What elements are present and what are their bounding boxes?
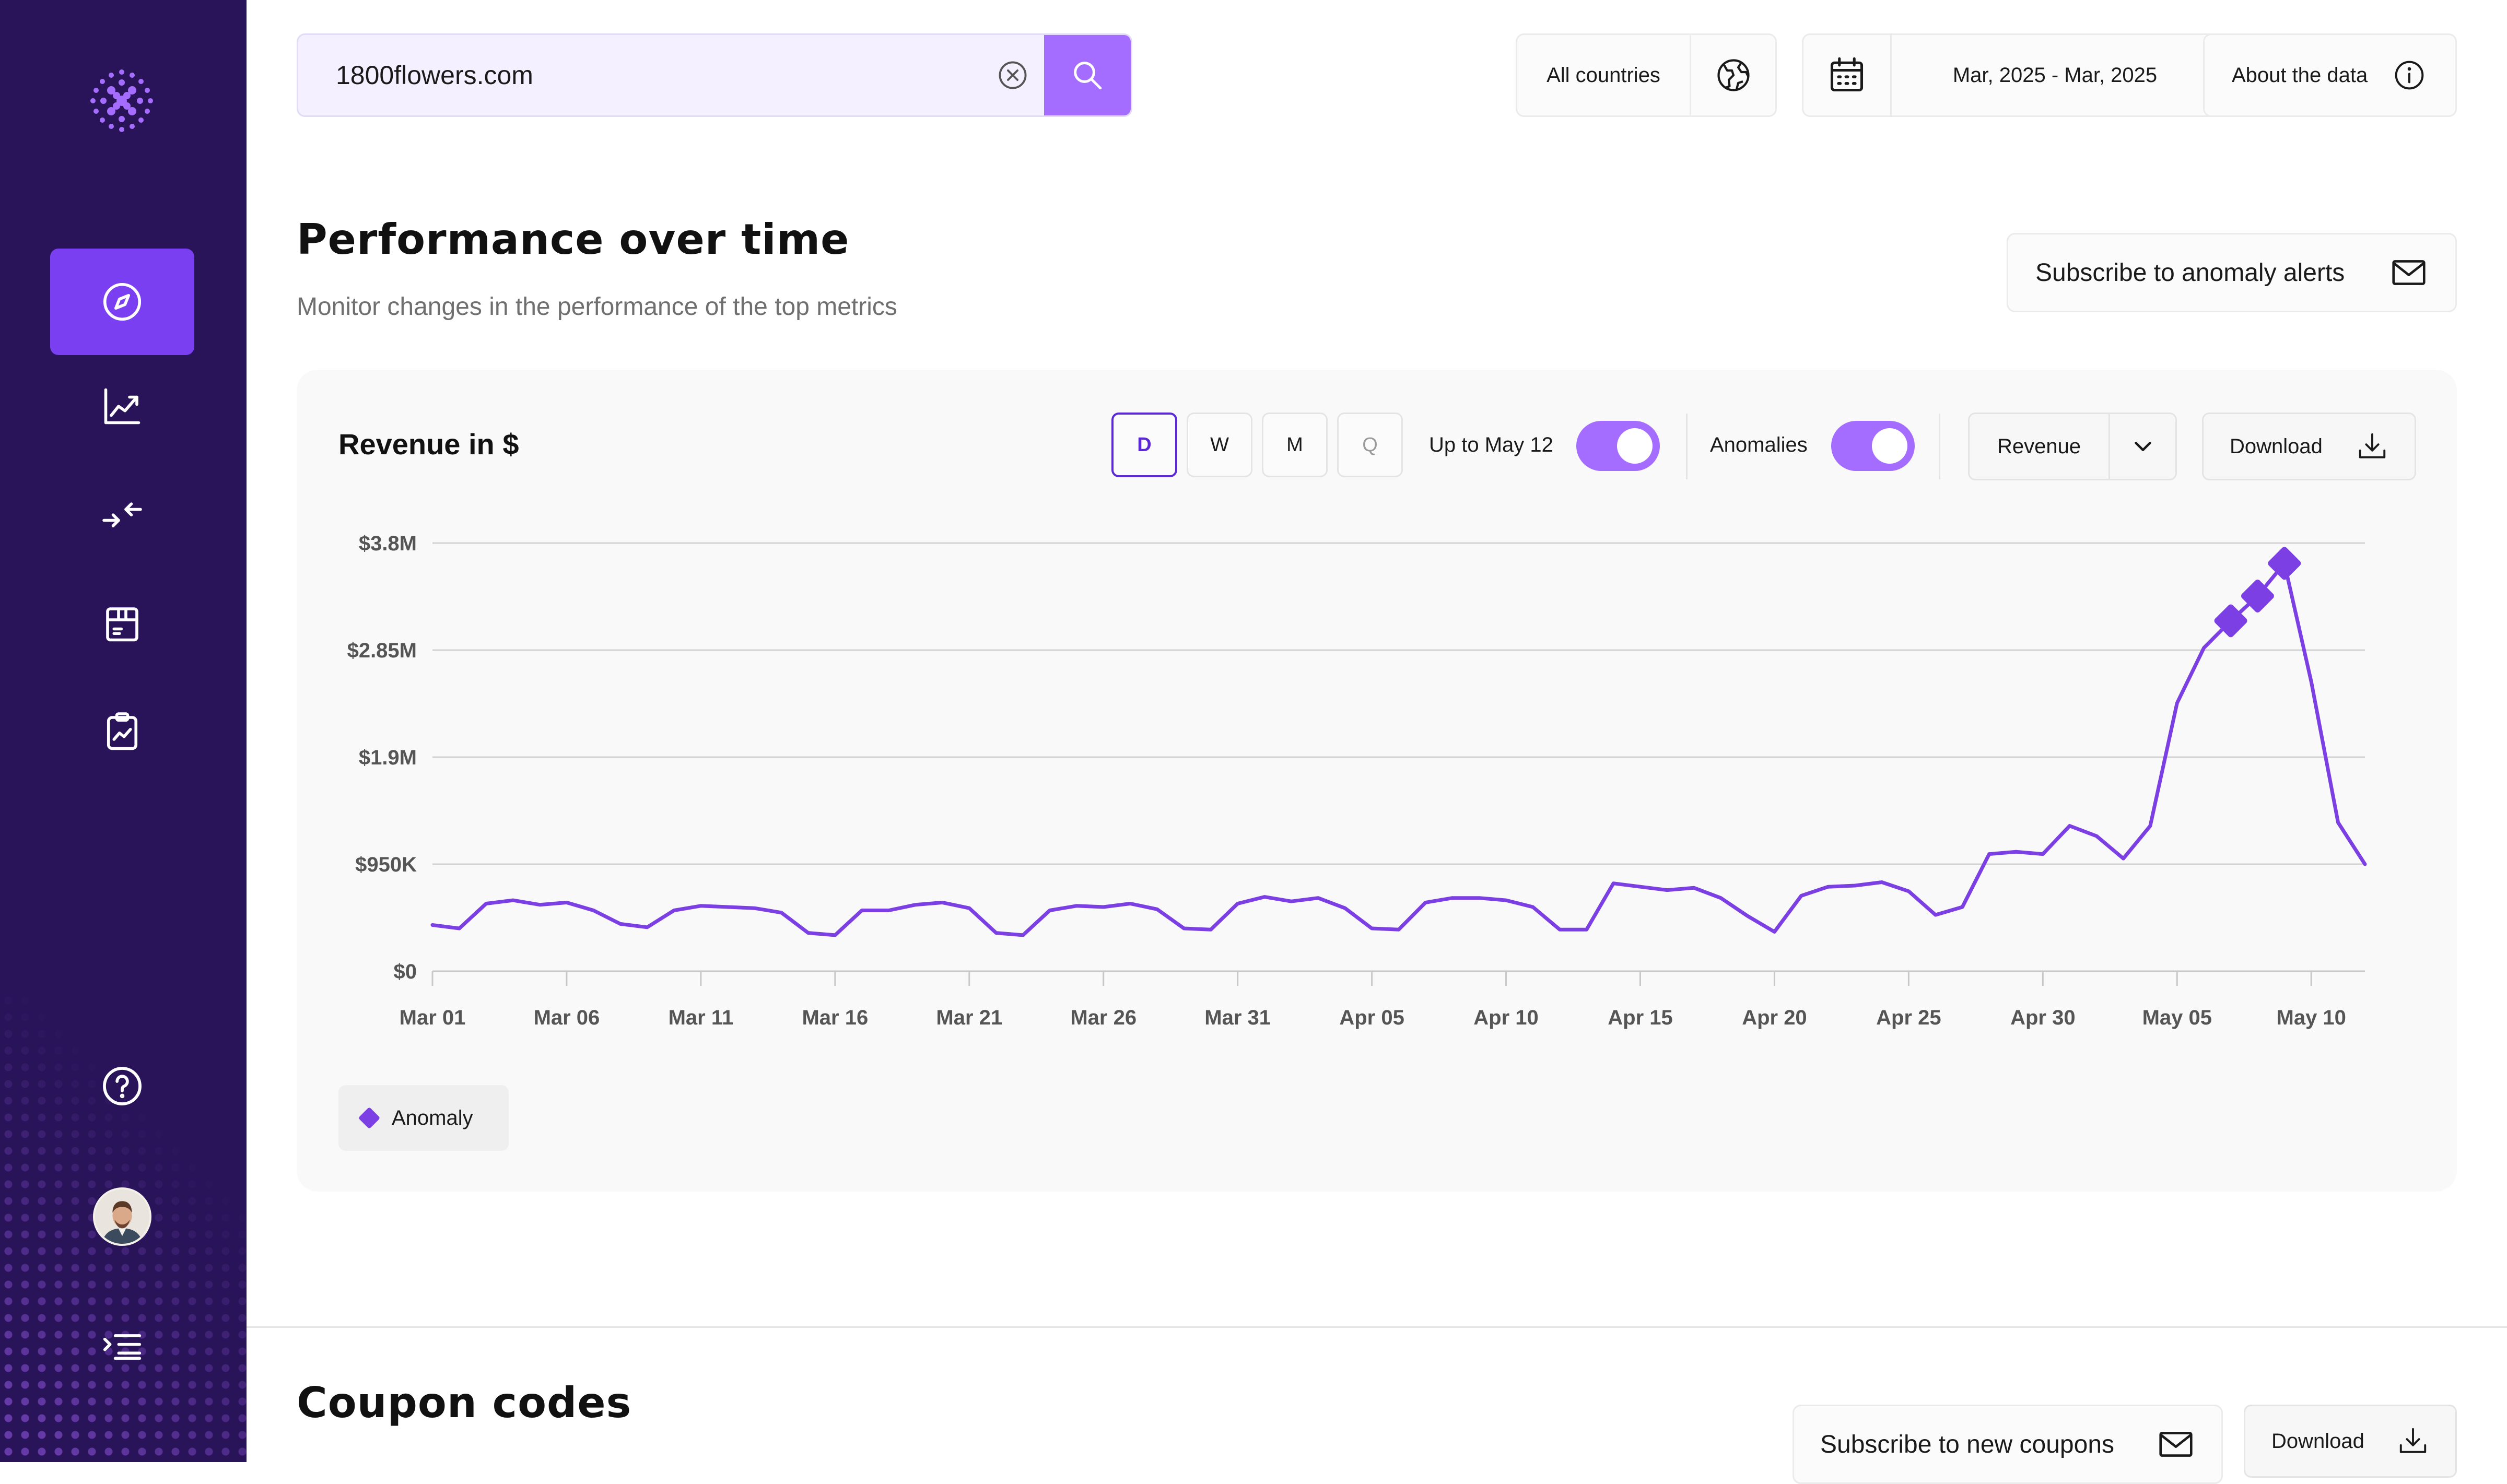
box-icon	[106, 607, 138, 642]
x-tick-label: Mar 26	[1070, 1006, 1137, 1029]
help-icon	[103, 1067, 142, 1105]
clipboard-chart-icon	[107, 712, 138, 750]
sidebar-item-reports[interactable]	[50, 679, 194, 785]
x-tick-label: Mar 01	[400, 1006, 466, 1029]
about-data-button[interactable]: About the data	[2203, 33, 2457, 117]
y-tick-label: $2.85M	[347, 639, 417, 662]
performance-subtitle: Monitor changes in the performance of th…	[297, 293, 897, 321]
performance-title: Performance over time	[297, 215, 850, 264]
x-tick-label: May 05	[2142, 1006, 2212, 1029]
y-tick-label: $1.9M	[359, 746, 417, 769]
sidebar-item-explore[interactable]	[50, 249, 194, 355]
revenue-line-chart: $0 $950K $1.9M $2.85M $3.8M Mar 01 Mar 06 Mar 1…	[347, 532, 2367, 1029]
collapse-sidebar-button[interactable]	[50, 1310, 194, 1383]
country-label: All countries	[1547, 63, 1660, 87]
subscribe-coupons-label: Subscribe to new coupons	[1820, 1430, 2115, 1458]
subscribe-coupons-button[interactable]: Subscribe to new coupons	[1793, 1405, 2223, 1484]
x-tick-label: Mar 16	[802, 1006, 868, 1029]
mail-icon	[2159, 1432, 2193, 1457]
mail-icon	[2392, 260, 2426, 285]
anomaly-legend-marker	[358, 1106, 381, 1129]
clear-icon	[999, 61, 1027, 89]
x-tick-label: Mar 06	[534, 1006, 600, 1029]
download-icon	[2399, 1428, 2427, 1453]
domain-search	[297, 33, 1132, 117]
line-chart-icon	[104, 388, 140, 425]
revenue-series-line	[430, 561, 2367, 937]
anomaly-legend-label: Anomaly	[392, 1106, 473, 1129]
about-data-label: About the data	[2232, 63, 2368, 87]
sidebar	[0, 0, 247, 1462]
x-tick-label: Mar 21	[936, 1006, 1002, 1029]
info-icon	[2395, 61, 2424, 90]
date-range-selector[interactable]: Mar, 2025 - Mar, 2025	[1802, 33, 2220, 117]
avatar	[93, 1187, 151, 1246]
x-tick-label: Apr 20	[1742, 1006, 1807, 1029]
country-selector[interactable]: All countries	[1516, 33, 1777, 117]
x-tick-label: Apr 25	[1876, 1006, 1941, 1029]
sidebar-item-trends[interactable]	[50, 353, 194, 460]
revenue-chart-card: Revenue in $ D W M Q Up to May 12 Anomal…	[297, 370, 2457, 1192]
menu-collapse-icon	[103, 1334, 142, 1360]
coupons-download-button[interactable]: Download	[2244, 1405, 2457, 1478]
avatar-button[interactable]	[50, 1180, 194, 1253]
x-tick-label: Mar 31	[1204, 1006, 1271, 1029]
x-tick-label: Apr 10	[1473, 1006, 1539, 1029]
x-tick-label: Apr 05	[1339, 1006, 1404, 1029]
compass-icon	[103, 282, 142, 321]
y-tick-label: $950K	[355, 853, 417, 876]
y-tick-label: $3.8M	[359, 532, 417, 555]
brand-logo-icon	[90, 69, 153, 132]
x-tick-label: Mar 11	[669, 1006, 734, 1029]
calendar-icon	[1830, 57, 1864, 92]
section-divider	[247, 1326, 2507, 1328]
search-input[interactable]	[298, 35, 981, 115]
search-button[interactable]	[1044, 35, 1131, 115]
subscribe-anomaly-label: Subscribe to anomaly alerts	[2035, 258, 2345, 287]
x-tick-label: Apr 15	[1608, 1006, 1673, 1029]
date-range-label: Mar, 2025 - Mar, 2025	[1952, 63, 2158, 87]
coupons-title: Coupon codes	[297, 1379, 632, 1427]
search-icon	[1074, 62, 1102, 90]
coupons-download-label: Download	[2271, 1429, 2364, 1453]
y-tick-label: $0	[394, 960, 417, 983]
clear-search-button[interactable]	[981, 35, 1044, 115]
anomaly-legend[interactable]: Anomaly	[338, 1085, 509, 1151]
x-tick-label: May 10	[2277, 1006, 2346, 1029]
help-button[interactable]	[50, 1050, 194, 1123]
brand-logo[interactable]	[88, 67, 156, 135]
globe-icon	[1717, 59, 1750, 91]
x-tick-label: Apr 30	[2010, 1006, 2076, 1029]
subscribe-anomaly-alerts-button[interactable]: Subscribe to anomaly alerts	[2007, 233, 2457, 312]
user-avatar-image	[95, 1189, 149, 1244]
